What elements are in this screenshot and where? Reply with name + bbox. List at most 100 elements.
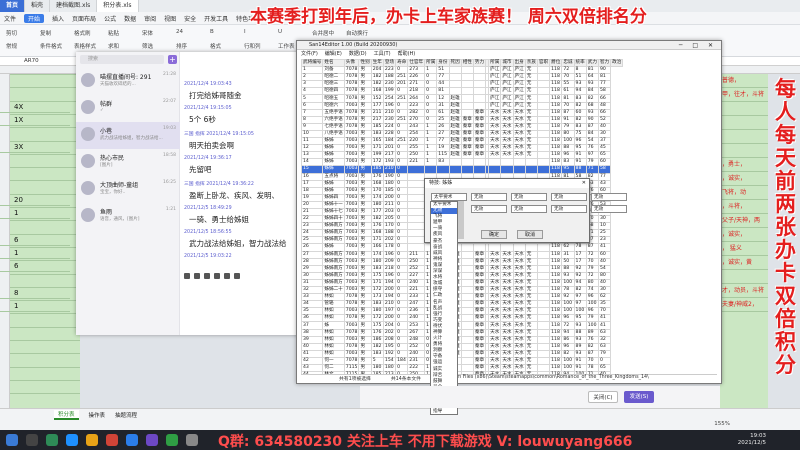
ribbon-button[interactable]: 粘贴 bbox=[108, 29, 119, 37]
menu-item[interactable]: 公式 bbox=[104, 14, 116, 23]
table-row[interactable]: 32姊姊二十7003男1722000221135赵雄秦章天水天水天水无11878… bbox=[301, 285, 623, 295]
table-row[interactable]: 26 姊姊 7003 男 166 178 0 118 62 78 87 41 bbox=[301, 243, 623, 252]
taskbar-clock[interactable]: 19:03 2021/12/5 bbox=[738, 433, 766, 447]
folder-icon[interactable] bbox=[204, 273, 210, 279]
skill-select[interactable]: 无效 bbox=[471, 193, 507, 201]
message-text[interactable]: 明天拍卖会啊 bbox=[189, 140, 308, 151]
column-header[interactable]: 寿命 bbox=[395, 59, 409, 68]
menu-item[interactable]: 审阅 bbox=[144, 14, 156, 23]
ribbon-button[interactable]: 求和 bbox=[108, 42, 119, 50]
column-header[interactable]: 所属 bbox=[424, 59, 438, 68]
sheet-cell[interactable]: 8 bbox=[0, 287, 70, 299]
skill-select[interactable]: 无效 bbox=[591, 193, 627, 201]
ok-button[interactable]: 确定 bbox=[481, 230, 507, 239]
app-tab[interactable]: 首页 bbox=[0, 0, 26, 12]
table-row[interactable]: 9 七绝手语 7078 男 185 224 0 243 1 26 赵雄 秦章 秦章 天水 天水 天水无 118 7… bbox=[301, 122, 623, 131]
chat-search-input[interactable]: 搜索 bbox=[80, 55, 164, 64]
column-header[interactable]: 政治 bbox=[610, 59, 624, 68]
ribbon-button[interactable]: 剪切 bbox=[6, 29, 17, 37]
table-row[interactable]: 33林如7078男1731940233154赵雄秦章天水天水天水无1189297… bbox=[301, 293, 623, 302]
table-row[interactable]: 13 姊姊 7003 男 199 217 0 250 1 115 赵雄 秦章 秦章 天水 天水 天水无 118 9… bbox=[301, 151, 623, 160]
ribbon-button[interactable]: 复制 bbox=[40, 29, 51, 37]
send-button[interactable]: 发送(S) bbox=[624, 391, 654, 403]
column-header[interactable]: 所属 bbox=[488, 59, 502, 68]
ribbon-button[interactable]: 24 bbox=[176, 29, 183, 37]
table-row[interactable]: 5 昭德五 7078 男 152 254 251 264 0 12 赵雄 庐江 庐江 庐江无 118 81 83… bbox=[301, 94, 623, 103]
table-row[interactable]: 41林如7003男1831920240072赵雄秦章天水天水天水无1188293… bbox=[301, 349, 623, 358]
column-header[interactable]: 智力 bbox=[597, 59, 612, 68]
column-header[interactable]: 头像 bbox=[343, 59, 360, 68]
skill-select[interactable]: 无效 bbox=[551, 205, 587, 213]
table-row[interactable]: 4 昭德四 7078 男 168 199 0 218 0 81 庐江 庐江 庐江无 118 61 94 84 58 bbox=[301, 87, 623, 96]
column-header[interactable]: 统率 bbox=[573, 59, 587, 68]
column-header[interactable]: 性别 bbox=[358, 59, 372, 68]
sheet-cell[interactable]: ，勇士， bbox=[720, 158, 768, 172]
column-header[interactable]: 武将编号 bbox=[301, 59, 324, 68]
table-row[interactable]: 43何二7115男1801800222120秦章天水天水天水无118100917… bbox=[301, 364, 623, 373]
conversation-item[interactable]: 帖群 ✓ 22:07 bbox=[76, 95, 180, 122]
table-row[interactable]: 30姊姊南方7003男1751960227163赵雄秦章天水天水天水无11893… bbox=[301, 271, 623, 280]
skill-select[interactable]: 无效 bbox=[591, 205, 627, 213]
skill-select[interactable]: 太平要术 bbox=[431, 193, 467, 201]
column-header[interactable]: 相性 bbox=[460, 59, 474, 68]
menu-item[interactable]: 文件 bbox=[4, 14, 16, 23]
ribbon-button[interactable]: 表格样式 bbox=[74, 42, 96, 50]
table-row[interactable]: 15 姊姊 7003 男 185 210 0 118 95 88 71 58 bbox=[301, 165, 623, 174]
dropdown-option[interactable]: 指导 bbox=[431, 409, 457, 414]
table-row[interactable]: 7 五绝手语 7078 男 211 210 0 282 0 61 赵雄 秦章 天水 天水 天水无 118 87 6… bbox=[301, 108, 623, 117]
sheet-cell[interactable]: 20 bbox=[0, 194, 70, 206]
column-header[interactable]: 爵位 bbox=[549, 59, 563, 68]
ribbon-button[interactable]: 宋体 bbox=[142, 29, 153, 37]
ribbon-button[interactable]: 格式 bbox=[210, 42, 221, 50]
column-header[interactable]: 忠诚 bbox=[561, 59, 575, 68]
sheet-cell[interactable]: ，斗将， bbox=[720, 200, 768, 214]
mic-icon[interactable] bbox=[224, 273, 230, 279]
windows-icon[interactable] bbox=[6, 434, 18, 446]
sheet-cell[interactable]: 6 bbox=[0, 234, 70, 246]
app-tab[interactable]: 建档截图.xls bbox=[50, 0, 98, 12]
table-row[interactable]: 12 姊姊 7003 男 171 201 0 255 1 19 赵雄 秦章 秦章 天水 天水 天水无 118 88… bbox=[301, 144, 623, 153]
column-header[interactable]: 登场 bbox=[382, 59, 397, 68]
menu-item[interactable]: 开始 bbox=[24, 13, 45, 23]
table-row[interactable]: 42何一7078男515418423102秦章天水天水天水无1181009170… bbox=[301, 356, 623, 366]
table-row[interactable]: 8 六绝手语 7078 男 217 230 251 270 0 25 赵雄 秦章 秦章 天水 天水 天水无 11… bbox=[301, 115, 623, 124]
sheet-cell[interactable] bbox=[720, 130, 768, 144]
sheet-cell[interactable]: 1 bbox=[0, 207, 70, 219]
more-icon[interactable] bbox=[234, 273, 240, 279]
sheet-tab[interactable]: 积分表 bbox=[54, 409, 79, 420]
close-button[interactable]: 关闭(C) bbox=[588, 391, 618, 403]
message-text[interactable]: 武力战法给姊姐，智力战法给 bbox=[189, 238, 308, 249]
conversation-item[interactable]: 大顶曲师-童组 宝宝，你好.. 16:25 bbox=[76, 176, 180, 203]
conversation-item[interactable]: 热心市民 [图片] 18:58 bbox=[76, 149, 180, 176]
ribbon-button[interactable]: 筛选 bbox=[142, 42, 153, 50]
sheet-cell[interactable]: 普德， bbox=[720, 74, 768, 88]
qq-icon[interactable] bbox=[126, 434, 138, 446]
table-row[interactable]: 10 八绝手语 7003 男 183 228 0 254 1 27 赵雄 秦章 秦章 天水 天水 天水无 118… bbox=[301, 129, 623, 139]
sheet-cell[interactable] bbox=[720, 144, 768, 158]
ribbon-button[interactable]: 自动换行 bbox=[346, 29, 368, 37]
skill-dropdown-list[interactable]: 太平要术 无效 飞将 遁甲 一骑 疾风 豪杰 奋战 威风 神将 鬼谋 深谋 水将 攻城 掠夺 仁政 名声 乱战 强行… bbox=[430, 201, 458, 415]
editor-menu-item[interactable]: 数据(D) bbox=[349, 50, 367, 58]
sheet-cell[interactable]: 才，动员，斗将 bbox=[720, 284, 768, 298]
ribbon-button[interactable]: 合并居中 bbox=[312, 29, 334, 37]
sheet-cell[interactable]: 1X bbox=[0, 114, 70, 126]
app-icon[interactable] bbox=[146, 434, 158, 446]
table-row[interactable]: 6 昭德六 7003 男 177 196 0 223 0 31 赵雄 庐江 庐江 庐江无 118 70 82 68… bbox=[301, 101, 623, 110]
column-header[interactable]: 身份 bbox=[436, 59, 450, 68]
table-row[interactable]: 1 刘备 7078 男 204 223 0 273 1 51 庐江 庐江 庐江无 118 72 8 81 90 bbox=[301, 66, 623, 75]
close-icon[interactable]: ✕ bbox=[582, 179, 586, 188]
table-row[interactable]: 38林如7078男1762020267190赵雄秦章天水天水天水无1189488… bbox=[301, 328, 623, 337]
task-view-icon[interactable] bbox=[46, 434, 58, 446]
sheet-cell[interactable]: 1 bbox=[0, 247, 70, 259]
column-header[interactable]: 出身 bbox=[512, 59, 526, 68]
table-row[interactable]: 28姊姊南方7003男1802090250151赵雄秦章天水天水天水无11850… bbox=[301, 257, 623, 266]
skill-select[interactable]: 无效 bbox=[551, 193, 587, 201]
app-tab[interactable]: 积分表.xls bbox=[97, 0, 139, 12]
ribbon-button[interactable]: U bbox=[278, 29, 282, 37]
table-row[interactable]: 37姊7003男1752040253144赵雄秦章天水天水天水无11872931… bbox=[301, 321, 623, 330]
editor-menu-item[interactable]: 工具(T) bbox=[374, 50, 391, 58]
sheet-cell[interactable] bbox=[720, 270, 768, 284]
add-chat-button[interactable]: + bbox=[168, 55, 177, 64]
window-controls[interactable]: ─ □ ✕ bbox=[679, 41, 717, 50]
conversation-item[interactable]: 鱼雨 语音，通风，[图片] 1:21 bbox=[76, 203, 180, 230]
